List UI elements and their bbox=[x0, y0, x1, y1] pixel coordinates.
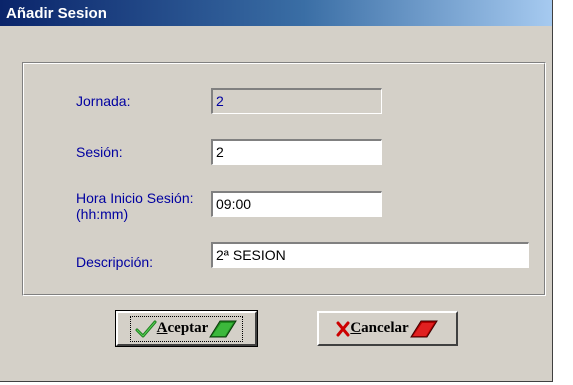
hora-label-line1: Hora Inicio Sesión: bbox=[76, 190, 194, 206]
descripcion-label: Descripción: bbox=[76, 254, 154, 270]
dialog-window: Añadir Sesion Jornada: 2 Sesión: 2 Hora … bbox=[0, 0, 553, 382]
form-panel-inner: Jornada: 2 Sesión: 2 Hora Inicio Sesión:… bbox=[23, 63, 545, 295]
check-icon bbox=[135, 319, 157, 339]
aceptar-button-content: Aceptar bbox=[129, 315, 244, 342]
window-title: Añadir Sesion bbox=[6, 5, 107, 22]
hora-inicio-input[interactable]: 09:00 bbox=[211, 191, 382, 217]
aceptar-button[interactable]: Aceptar bbox=[115, 310, 258, 347]
cancelar-button[interactable]: Cancelar bbox=[317, 311, 458, 346]
descripcion-input[interactable]: 2ª SESION bbox=[211, 242, 529, 268]
form-panel: Jornada: 2 Sesión: 2 Hora Inicio Sesión:… bbox=[22, 62, 546, 296]
jornada-label: Jornada: bbox=[76, 93, 131, 109]
green-pencil-icon bbox=[208, 319, 238, 339]
cancelar-label: Cancelar bbox=[350, 320, 408, 337]
cancelar-button-content: Cancelar bbox=[331, 316, 443, 342]
aceptar-label-rest: ceptar bbox=[167, 320, 209, 336]
title-bar[interactable]: Añadir Sesion bbox=[0, 0, 552, 26]
cancelar-accel: C bbox=[350, 320, 362, 336]
aceptar-accel: A bbox=[156, 320, 168, 336]
aceptar-label: Aceptar bbox=[157, 320, 209, 337]
cancelar-label-rest: ancelar bbox=[361, 320, 409, 336]
red-pencil-icon bbox=[409, 319, 439, 339]
x-icon bbox=[336, 321, 350, 337]
hora-label-line2: (hh:mm) bbox=[76, 206, 129, 222]
sesion-input[interactable]: 2 bbox=[211, 139, 382, 165]
sesion-label: Sesión: bbox=[76, 144, 123, 160]
hora-label: Hora Inicio Sesión: (hh:mm) bbox=[76, 190, 194, 222]
jornada-field: 2 bbox=[211, 88, 382, 114]
